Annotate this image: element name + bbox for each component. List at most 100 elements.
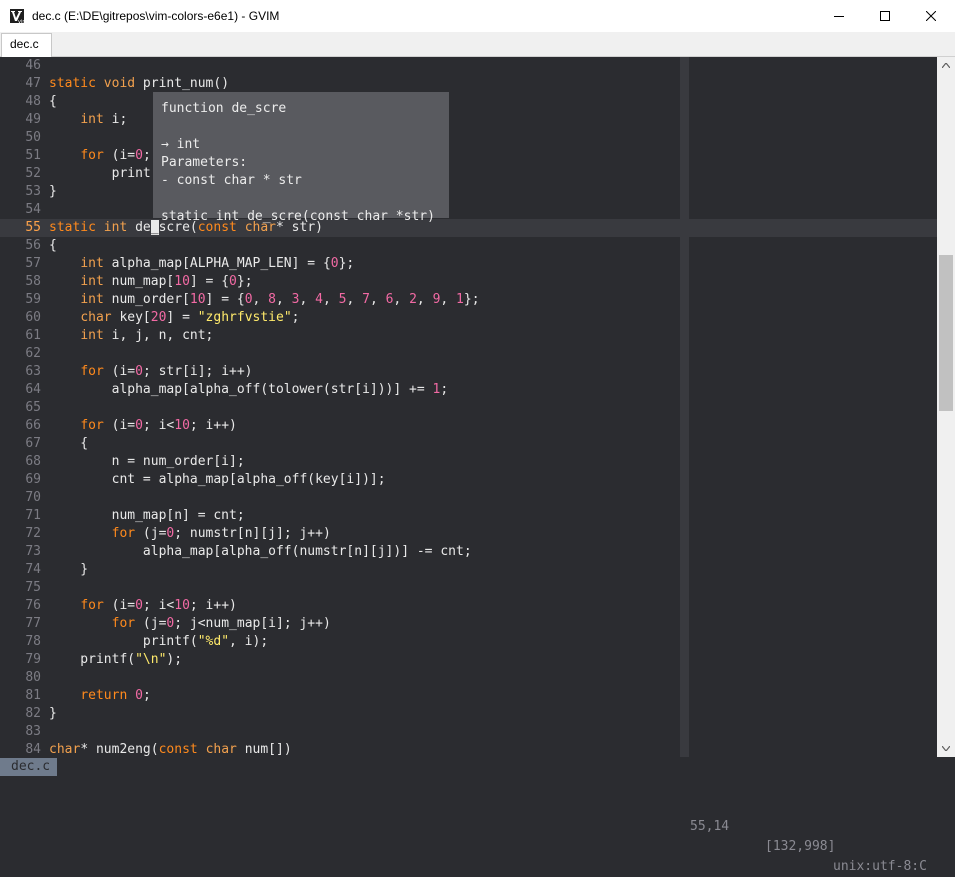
code-line[interactable]: 66 for (i=0; i<10; i++) [0,417,937,435]
code-token: int [80,292,104,307]
code-line[interactable]: 61 int i, j, n, cnt; [0,327,937,345]
code-token: , [346,292,363,307]
code-line[interactable]: 51 for (i=0; [0,147,937,165]
line-number: 76 [25,598,41,613]
code-line[interactable]: 70 [0,489,937,507]
code-token: (i= [103,364,136,379]
line-number: 63 [25,364,41,379]
code-line[interactable]: 72 for (j=0; numstr[n][j]; j++) [0,525,937,543]
tab-dec-c[interactable]: dec.c [1,33,52,57]
code-line[interactable]: 47 static void print_num() [0,75,937,93]
code-text: return 0; [49,687,150,705]
vertical-scrollbar[interactable] [937,57,955,757]
code-line[interactable]: 79 printf("\n"); [0,651,937,669]
code-line[interactable]: 78 printf("%d", i); [0,633,937,651]
line-number: 56 [25,238,41,253]
code-token: int [103,220,128,235]
code-line[interactable]: 64 alpha_map[alpha_off(tolower(str[i]))]… [0,381,937,399]
code-token: ] = [166,310,198,325]
code-token: ; i< [142,418,175,433]
code-text: char key[20] = "zghrfvstie"; [49,309,299,327]
code-line[interactable]: 71 num_map[n] = cnt; [0,507,937,525]
close-button[interactable] [908,0,954,32]
code-line[interactable]: 80 [0,669,937,687]
code-token: , [276,292,292,307]
code-line[interactable]: 77 for (j=0; j<num_map[i]; j++) [0,615,937,633]
line-number: 50 [25,130,41,145]
code-line[interactable]: 52 print [0,165,937,183]
code-token: int [80,112,104,127]
code-text: } [49,183,57,201]
status-encoding: unix:utf-8:C [833,859,927,874]
editor-area[interactable]: 46 47 static void print_num() 48{49 int i; 5… [0,57,937,757]
code-token: printf( [49,634,198,649]
code-line[interactable]: 62 [0,345,937,363]
code-token: for [80,418,104,433]
code-line[interactable]: 73 alpha_map[alpha_off(numstr[n][j])] -=… [0,543,937,561]
code-line[interactable]: 56 { [0,237,937,255]
minimize-icon [834,16,844,17]
code-line[interactable]: 63 for (i=0; str[i]; i++) [0,363,937,381]
code-line[interactable]: 60 char key[20] = "zghrfvstie"; [0,309,937,327]
code-token: ; [440,382,449,397]
line-number: 71 [25,508,41,523]
code-line[interactable]: 59 int num_order[10] = {0, 8, 3, 4, 5, 7… [0,291,937,309]
code-text: printf("\n"); [49,651,182,669]
code-token: int [80,256,104,271]
popup-line: - const char * str [161,173,302,188]
command-line[interactable] [0,777,955,813]
code-line[interactable]: 76 for (i=0; i<10; i++) [0,597,937,615]
code-line[interactable]: 58 int num_map[10] = {0}; [0,273,937,291]
code-line[interactable]: 83 [0,723,937,741]
code-token: 10 [174,598,190,613]
code-token: , [416,292,433,307]
code-token: } [49,562,89,577]
code-line[interactable]: 81 return 0; [0,687,937,705]
code-token: num[]) [236,742,292,757]
code-text: printf("%d", i); [49,633,268,651]
code-token: alpha_map[ALPHA_MAP_LEN] = { [103,256,331,271]
code-line[interactable]: 69 cnt = alpha_map[alpha_off(key[i])]; [0,471,937,489]
code-line[interactable]: 67 { [0,435,937,453]
code-token: 10 [174,418,190,433]
code-line[interactable]: 55 static int de_scre(const char* str) [0,219,937,237]
line-number: 67 [25,436,41,451]
code-line[interactable]: 48 { [0,93,937,111]
minimize-button[interactable] [816,0,862,32]
line-number: 54 [25,202,41,217]
code-line[interactable]: 54 [0,201,937,219]
scroll-up-button[interactable] [937,57,955,74]
code-line[interactable]: 57 int alpha_map[ALPHA_MAP_LEN] = {0}; [0,255,937,273]
code-line[interactable]: 68 n = num_order[i]; [0,453,937,471]
code-line[interactable]: 65 [0,399,937,417]
code-token: ; [142,148,151,163]
line-number: 59 [25,292,41,307]
code-line[interactable]: 49 int i; [0,111,937,129]
code-line[interactable]: 75 [0,579,937,597]
code-token: static [49,220,96,235]
tab-label: dec.c [10,37,39,51]
code-token: static [49,76,96,91]
code-line[interactable]: 53} [0,183,937,201]
code-token: const [158,742,198,757]
line-number: 53 [25,184,41,199]
code-line[interactable]: 84 char* num2eng(const char num[]) [0,741,937,757]
line-number: 52 [25,166,41,181]
scroll-down-button[interactable] [937,740,955,757]
code-line[interactable]: 50 [0,129,937,147]
code-token: void [103,76,136,91]
code-line[interactable]: 82} [0,705,937,723]
scrollbar-thumb[interactable] [939,255,953,411]
line-number: 60 [25,310,41,325]
window-title: dec.c (E:\DE\gitrepos\vim-colors-e6e1) -… [32,9,280,23]
code-line[interactable]: 74 } [0,561,937,579]
code-line[interactable]: 46 [0,57,937,75]
code-token: 7 [362,292,370,307]
line-number: 48 [25,94,41,109]
code-text: { [49,93,57,111]
line-number: 46 [25,58,41,73]
maximize-button[interactable] [862,0,908,32]
title-bar: vim dec.c (E:\DE\gitrepos\vim-colors-e6e… [0,0,955,32]
